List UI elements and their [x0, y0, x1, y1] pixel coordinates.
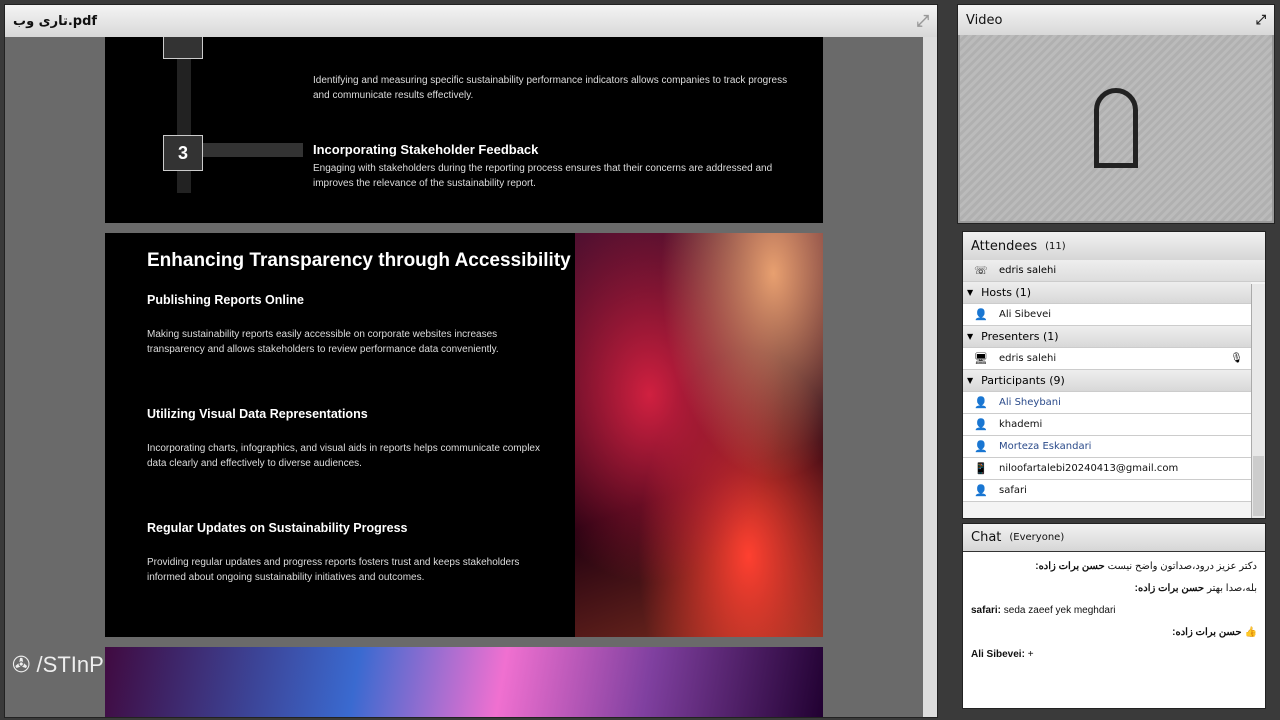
chat-title: Chat: [971, 530, 1002, 545]
fullscreen-icon[interactable]: ⤢: [916, 11, 929, 31]
attendee-name: niloofartalebi20240413@gmail.com: [999, 463, 1179, 474]
group-header[interactable]: ▼ Participants (9): [963, 370, 1251, 392]
chat-message: حسن برات زاده: بله،صدا بهتر: [963, 578, 1265, 600]
slide-transparency: Enhancing Transparency through Accessibi…: [105, 233, 823, 637]
abstract-wave-image: [575, 233, 823, 637]
video-pod: Video ⤢: [957, 4, 1275, 224]
pdf-title: تاری وب.pdf: [13, 13, 98, 29]
group-header[interactable]: ▼ Presenters (1): [963, 326, 1251, 348]
chat-text: بله،صدا بهتر: [1207, 583, 1257, 594]
attendees-pod: Attendees (11) ☏ edris salehi ▼ Hosts (1) 👤 A…: [962, 231, 1266, 519]
phone-icon: ☏: [974, 264, 988, 277]
chat-text: seda zaeef yek meghdari: [1003, 605, 1116, 616]
user-icon: 👤: [974, 484, 988, 497]
attendee-row[interactable]: 📱 niloofartalebi20240413@gmail.com: [963, 458, 1251, 480]
video-feed: [960, 35, 1272, 221]
pdf-viewer[interactable]: Identifying and measuring specific susta…: [5, 37, 937, 717]
active-speaker: ☏ edris salehi: [963, 260, 1265, 282]
attendee-name: edris salehi: [999, 353, 1057, 364]
attendee-name: safari: [999, 485, 1027, 496]
user-icon: 👤: [974, 418, 988, 431]
pdf-scrollbar[interactable]: [923, 37, 937, 717]
step-box-2: [163, 37, 203, 59]
attendee-name: Morteza Eskandari: [999, 441, 1092, 452]
collapse-triangle-icon[interactable]: ▼: [967, 376, 973, 385]
host-icon: 👤: [974, 308, 988, 321]
chat-text: دکتر عزیز درود،صداتون واضح نیست: [1107, 561, 1257, 572]
item3-desc: Engaging with stakeholders during the re…: [313, 163, 773, 189]
section-body: Incorporating charts, infographics, and …: [147, 443, 540, 469]
chat-message: Ali Sibevei: +: [963, 644, 1265, 666]
microphone-icon: 🎙: [1230, 353, 1243, 364]
university-logo: [1081, 58, 1151, 198]
chat-message: safari: seda zaeef yek meghdari: [963, 600, 1265, 622]
section-heading: Regular Updates on Sustainability Progre…: [147, 521, 408, 535]
chat-sender: حسن برات زاده:: [1172, 627, 1242, 638]
attendee-row[interactable]: 👤 Morteza Eskandari: [963, 436, 1251, 458]
attendee-row[interactable]: 👤 safari: [963, 480, 1251, 502]
chat-text: 👍: [1244, 627, 1257, 638]
item3-title: Incorporating Stakeholder Feedback: [313, 142, 539, 157]
collapse-triangle-icon[interactable]: ▼: [967, 332, 973, 341]
attendee-row[interactable]: 🖥 edris salehi 🎙: [963, 348, 1251, 370]
attendees-title: Attendees: [971, 238, 1038, 254]
presenter-icon: 🖥: [974, 352, 988, 365]
pdf-share-pod: تاری وب.pdf ⤢ Identifying and measuring …: [4, 4, 938, 718]
attendee-row[interactable]: 👤 Ali Sibevei: [963, 304, 1251, 326]
chat-sender: safari:: [971, 605, 1002, 616]
chat-text: +: [1027, 649, 1034, 660]
user-icon: 👤: [974, 440, 988, 453]
chat-sender: حسن برات زاده:: [1035, 561, 1105, 572]
fullscreen-icon[interactable]: ⤢: [1256, 13, 1266, 28]
section-body: Making sustainability reports easily acc…: [147, 329, 499, 355]
collapse-triangle-icon[interactable]: ▼: [967, 288, 973, 297]
chat-sender: Ali Sibevei:: [971, 649, 1025, 660]
step-number-3: 3: [163, 135, 203, 171]
chat-pod: Chat (Everyone) حسن برات زاده: دکتر عزیز …: [962, 523, 1266, 709]
slide-next-preview: [105, 647, 823, 717]
user-icon: 👤: [974, 396, 988, 409]
attendee-row[interactable]: 👤 khademi: [963, 414, 1251, 436]
mobile-user-icon: 📱: [974, 462, 988, 475]
attendee-row[interactable]: 👤 Ali Sheybani: [963, 392, 1251, 414]
group-header[interactable]: ▼ Hosts (1): [963, 282, 1251, 304]
slide-title: Enhancing Transparency through Accessibi…: [147, 250, 571, 271]
item2-desc: Identifying and measuring specific susta…: [313, 75, 788, 101]
attendee-name: Ali Sibevei: [999, 309, 1052, 320]
pdf-pod-header: تاری وب.pdf ⤢: [5, 5, 937, 37]
chat-message: حسن برات زاده: دکتر عزیز درود،صداتون واض…: [963, 556, 1265, 578]
section-heading: Publishing Reports Online: [147, 293, 304, 307]
watermark: ✇ /STInP: [12, 652, 104, 677]
attendees-scrollbar[interactable]: [1251, 284, 1265, 518]
section-body: Providing regular updates and progress r…: [147, 557, 520, 583]
attendee-name: Ali Sheybani: [999, 397, 1061, 408]
section-heading: Utilizing Visual Data Representations: [147, 407, 368, 421]
chat-sender: حسن برات زاده:: [1134, 583, 1205, 594]
chat-scope: (Everyone): [1009, 532, 1065, 543]
slide-stakeholder: Identifying and measuring specific susta…: [105, 37, 823, 223]
video-title: Video: [966, 12, 1003, 28]
attendees-count: (11): [1045, 240, 1066, 252]
attendee-name: khademi: [999, 419, 1043, 430]
chat-message: حسن برات زاده: 👍: [963, 622, 1265, 644]
